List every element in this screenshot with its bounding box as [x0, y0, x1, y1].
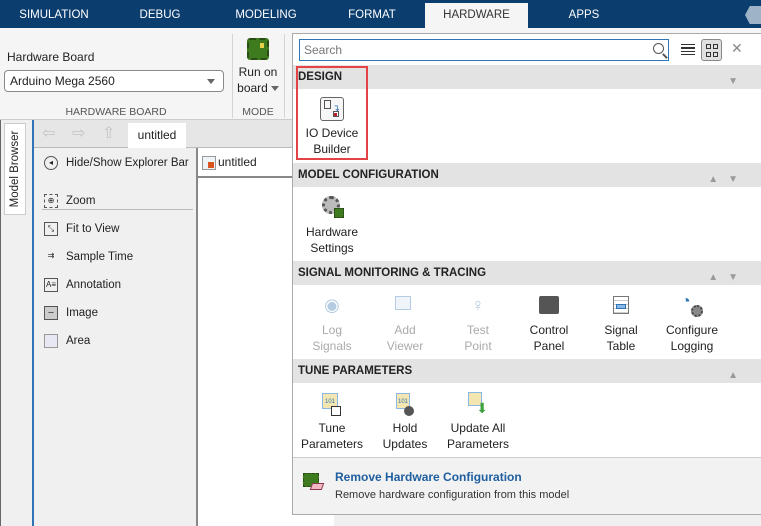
model-editor: ⇦ ⇨ ⇧ untitled ◂ Hide/Show Explorer Bar ⊕…: [32, 120, 334, 526]
close-icon[interactable]: ✕: [731, 40, 743, 57]
signal-table-button[interactable]: Signal Table: [589, 294, 653, 354]
test-point-button[interactable]: ♀ Test Point: [446, 294, 510, 354]
remove-hardware-icon: [303, 473, 325, 495]
log-signals-button[interactable]: ◉ Log Signals: [300, 294, 364, 354]
tab-hardware[interactable]: HARDWARE: [425, 3, 528, 28]
tab-apps[interactable]: APPS: [552, 3, 616, 28]
remove-hardware-description: Remove hardware configuration from this …: [335, 489, 570, 501]
annotation-tool[interactable]: A≡ Annotation: [44, 276, 121, 294]
image-tool[interactable]: ∼ Image: [44, 304, 98, 322]
ribbon-tab-bar: SIMULATION DEBUG MODELING FORMAT HARDWAR…: [0, 0, 761, 28]
remove-hardware-configuration[interactable]: Remove Hardware Configuration Remove har…: [293, 457, 761, 514]
collapse-arrows-icon[interactable]: ▲▼: [708, 168, 748, 192]
hardware-board-label: Hardware Board: [7, 50, 95, 64]
fit-to-view-tool[interactable]: ⤡ Fit to View: [44, 220, 119, 238]
hold-updates-button[interactable]: 101 Hold Updates: [373, 392, 437, 452]
collapse-arrows-icon[interactable]: ▲: [728, 364, 748, 388]
category-tune-parameters: TUNE PARAMETERS ▲: [293, 359, 761, 383]
block-palette: ◂ Hide/Show Explorer Bar ⊕ Zoom ⤡ Fit to Vi…: [34, 148, 198, 526]
up-arrow-icon[interactable]: ⇧: [102, 126, 120, 142]
annotation-icon: A≡: [44, 277, 58, 292]
signal-table-icon: [609, 294, 633, 318]
io-device-builder-icon: ↴: [320, 97, 344, 121]
area-icon: [44, 333, 58, 348]
sample-time-icon: ⇉: [47, 250, 55, 260]
forward-arrow-icon[interactable]: ⇨: [72, 126, 90, 142]
add-viewer-button[interactable]: Add Viewer: [373, 294, 437, 354]
hide-show-explorer-button[interactable]: ◂ Hide/Show Explorer Bar: [44, 154, 189, 172]
section-divider: [284, 34, 285, 118]
run-on-board-label-2: board: [237, 81, 268, 95]
hardware-board-value: Arduino Mega 2560: [10, 74, 115, 88]
hold-updates-icon: 101: [393, 392, 417, 416]
category-model-configuration: MODEL CONFIGURATION ▲▼: [293, 163, 761, 187]
configure-logging-icon: ◔: [680, 294, 704, 318]
run-on-board-label-1: Run on: [238, 65, 278, 79]
remove-hardware-title[interactable]: Remove Hardware Configuration: [335, 470, 522, 484]
log-signals-icon: ◉: [324, 295, 340, 315]
chevron-down-icon: [270, 86, 279, 92]
chip-icon: [247, 38, 269, 60]
configure-logging-button[interactable]: ◔ Configure Logging: [660, 294, 724, 354]
hardware-board-section-label: HARDWARE BOARD: [65, 106, 167, 118]
collapse-arrows-icon[interactable]: ▼: [728, 70, 748, 94]
io-device-builder-button[interactable]: ↴ IO Device Builder: [300, 97, 364, 157]
list-view-icon[interactable]: [681, 44, 695, 55]
gear-chip-icon: [320, 196, 344, 220]
update-all-parameters-icon: ⬇: [466, 392, 490, 416]
area-tool[interactable]: Area: [44, 332, 90, 350]
image-icon: ∼: [44, 305, 58, 320]
zoom-icon: ⊕: [44, 193, 58, 208]
grid-view-button[interactable]: [701, 39, 722, 61]
hardware-settings-button[interactable]: Hardware Settings: [300, 196, 364, 256]
update-all-parameters-button[interactable]: ⬇ Update All Parameters: [443, 392, 513, 452]
back-arrow-icon[interactable]: ⇦: [42, 126, 60, 142]
tab-debug[interactable]: DEBUG: [128, 3, 192, 28]
mode-section-label: MODE: [242, 106, 274, 118]
tune-parameters-icon: 101: [320, 392, 344, 416]
tune-parameters-button[interactable]: 101 Tune Parameters: [300, 392, 364, 452]
add-viewer-icon: [393, 294, 417, 318]
control-panel-button[interactable]: Control Panel: [517, 294, 581, 354]
navigation-bar: ⇦ ⇨ ⇧ untitled: [34, 120, 334, 148]
zoom-tool[interactable]: ⊕ Zoom: [44, 192, 95, 210]
model-browser-strip: Model Browser: [0, 120, 32, 526]
hardware-board-dropdown[interactable]: Arduino Mega 2560: [4, 70, 224, 92]
test-point-icon: ♀: [471, 295, 485, 315]
tab-format[interactable]: FORMAT: [338, 3, 406, 28]
model-icon: [202, 155, 216, 170]
search-input[interactable]: Search: [299, 39, 669, 61]
model-browser-tab[interactable]: Model Browser: [4, 123, 26, 215]
run-on-board-button[interactable]: Run on board: [234, 38, 282, 96]
category-signal-monitoring: SIGNAL MONITORING & TRACING ▲▼: [293, 261, 761, 285]
tab-modeling[interactable]: MODELING: [226, 3, 306, 28]
control-panel-icon: [537, 294, 561, 318]
collapse-toolstrip-button[interactable]: [745, 6, 761, 24]
chevron-down-icon: [207, 79, 215, 84]
sample-time-tool[interactable]: ⇉ Sample Time: [44, 248, 133, 266]
tab-simulation[interactable]: SIMULATION: [10, 3, 98, 28]
fit-to-view-icon: ⤡: [44, 221, 58, 236]
document-tab-untitled[interactable]: untitled: [128, 123, 186, 148]
collapse-arrows-icon[interactable]: ▲▼: [708, 266, 748, 290]
search-icon[interactable]: [653, 43, 664, 54]
hide-show-icon: ◂: [44, 155, 58, 170]
breadcrumb-untitled[interactable]: untitled: [218, 155, 257, 169]
hardware-gallery-popup: Search ✕ DESIGN ▼ ↴ IO Device Builder MO…: [292, 33, 761, 515]
